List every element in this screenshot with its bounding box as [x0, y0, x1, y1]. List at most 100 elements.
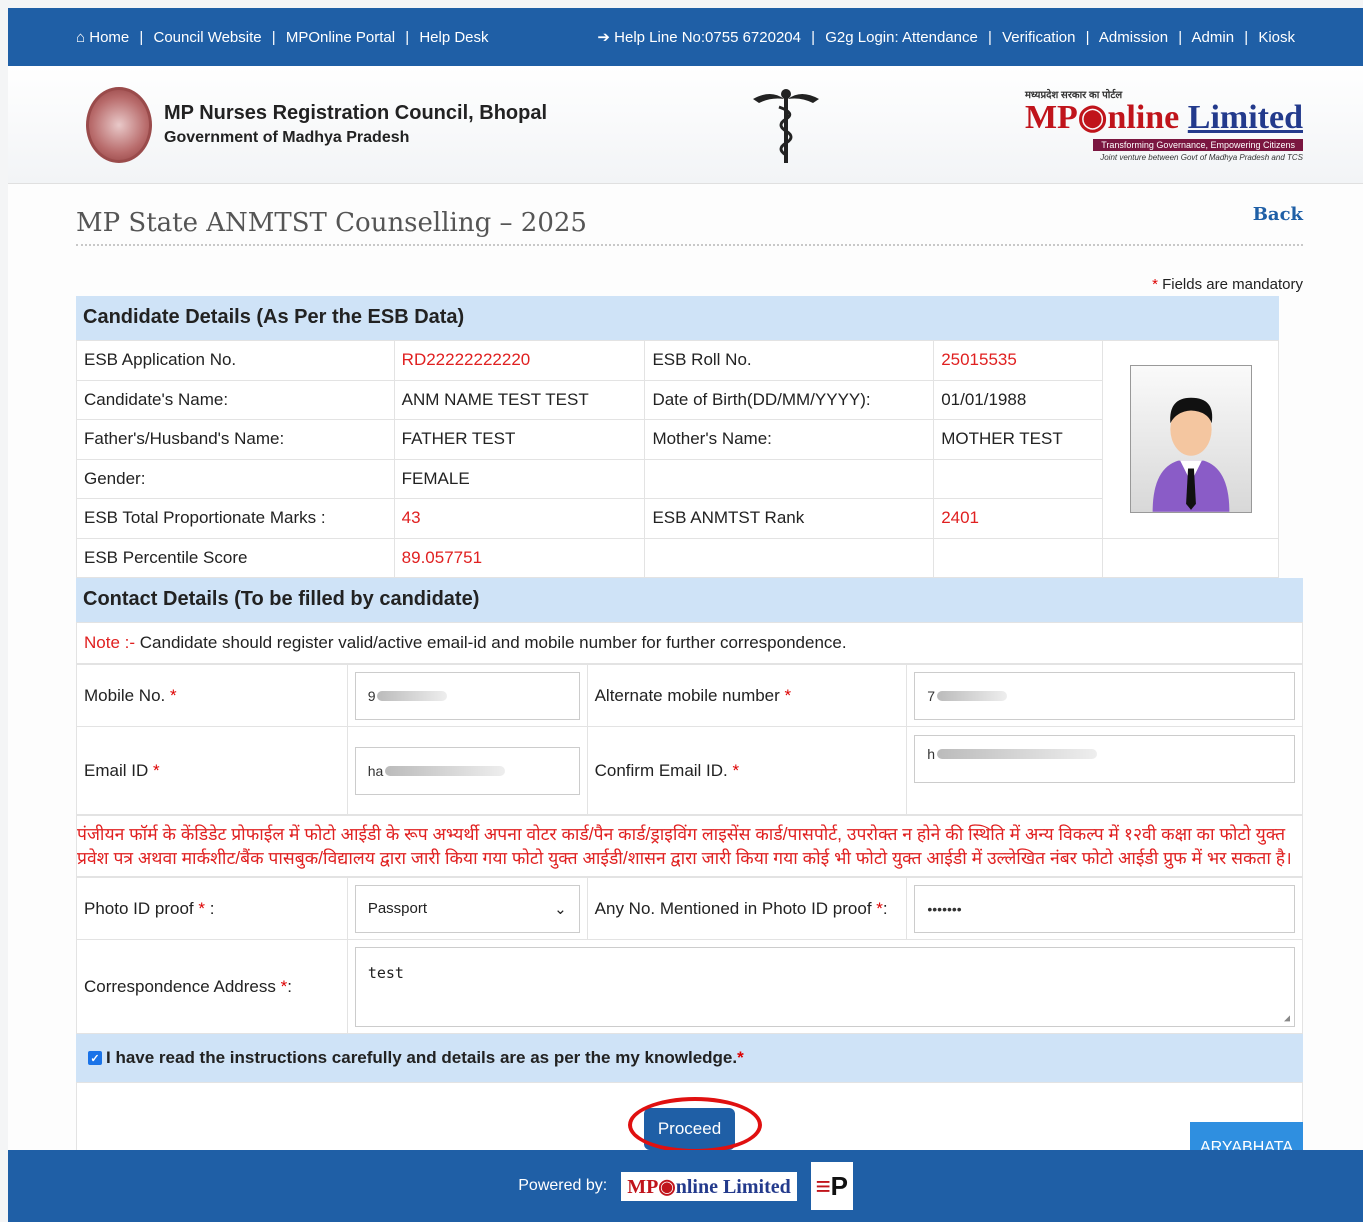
address-textarea-value: test — [367, 963, 404, 982]
avatar-icon — [1152, 397, 1229, 513]
blurred-text — [385, 765, 506, 776]
contact-note: Note :- Candidate should register valid/… — [76, 622, 1303, 664]
contact-section-title: Contact Details (To be filled by candida… — [76, 578, 1303, 622]
empty-cell — [644, 537, 935, 578]
login-icon: ➔ — [597, 29, 610, 46]
footer-mp: MP — [627, 1175, 659, 1198]
photo-id-number-input[interactable]: ••••••• — [914, 884, 1295, 933]
erp-logo: ≡ P — [810, 1162, 853, 1210]
alt-mobile-input[interactable]: 7 — [914, 671, 1295, 720]
mother-name-label: Mother's Name: — [644, 419, 935, 460]
separator: | — [271, 28, 276, 46]
top-left-links: ⌂ Home | Council Website | MPOnline Port… — [76, 29, 489, 46]
table-row: Photo ID proof * : Passport ⌄ Any No. Men… — [76, 877, 1303, 940]
declaration-checkbox[interactable]: ✓ — [88, 1051, 102, 1065]
empty-cell — [933, 537, 1104, 578]
admission-link[interactable]: Admission — [1099, 29, 1168, 46]
confirm-email-input[interactable]: h — [914, 735, 1295, 783]
chevron-down-icon: ⌄ — [554, 900, 567, 918]
roll-no-value: 25015535 — [933, 340, 1104, 381]
separator: | — [811, 29, 816, 46]
candidate-name-label: Candidate's Name: — [76, 379, 395, 420]
table-row: ESB Application No. RD22222222220 ESB Ro… — [76, 340, 1279, 539]
photo-id-label: Photo ID proof — [84, 898, 194, 918]
home-link[interactable]: Home — [89, 29, 129, 46]
mponline-mp: MP — [1024, 99, 1078, 136]
verification-link[interactable]: Verification — [1002, 29, 1075, 46]
mobile-label-cell: Mobile No. * — [76, 664, 348, 727]
email-input-value: ha — [367, 762, 384, 779]
mobile-input-value: 9 — [367, 687, 376, 704]
photo-id-selected-value: Passport — [367, 900, 428, 917]
email-input[interactable]: ha — [354, 746, 580, 795]
required-star: * — [152, 760, 160, 780]
blurred-text — [937, 749, 1098, 759]
back-link[interactable]: Back — [1253, 204, 1303, 225]
gender-value: FEMALE — [393, 458, 646, 499]
father-name-label: Father's/Husband's Name: — [76, 419, 395, 460]
required-star: * — [170, 685, 177, 705]
table-row: ESB Total Proportionate Marks : 43 ESB A… — [76, 498, 1279, 539]
mponline-tagline: Transforming Governance, Empowering Citi… — [1093, 139, 1303, 151]
address-textarea[interactable]: test ◢ — [354, 946, 1295, 1027]
photo-id-number-value: ••••••• — [927, 900, 962, 917]
alt-mobile-label-cell: Alternate mobile number * — [586, 664, 908, 727]
council-seal-logo — [86, 86, 152, 163]
required-star: * — [198, 898, 205, 918]
required-star: * — [784, 685, 792, 705]
contact-section: Contact Details (To be filled by candida… — [76, 578, 1304, 1176]
empty-cell — [644, 458, 935, 499]
photo-id-label-cell: Photo ID proof * : — [76, 877, 348, 940]
org-name: MP Nurses Registration Council, Bhopal — [164, 102, 548, 124]
photo-no-label-cell: Any No. Mentioned in Photo ID proof *: — [586, 877, 908, 940]
highlight-circle-annotation — [628, 1097, 762, 1153]
resize-handle-icon[interactable]: ◢ — [1284, 1013, 1290, 1024]
mobile-input[interactable]: 9 — [354, 671, 580, 720]
g2g-login-attendance-link[interactable]: G2g Login: Attendance — [825, 29, 978, 46]
note-prefix: Note :- — [84, 633, 136, 652]
contact-form-table: Mobile No. * 9 Alternate mobile number *… — [76, 664, 1303, 815]
mponline-limited: Limited — [1187, 99, 1303, 136]
photo-id-select[interactable]: Passport ⌄ — [354, 884, 580, 933]
gender-label: Gender: — [76, 458, 395, 499]
table-row: ESB Percentile Score 89.057751 — [76, 537, 1279, 578]
mponline-footer-logo: MP◉nline Limited — [621, 1171, 797, 1201]
photo-no-input-cell: ••••••• — [906, 877, 1303, 940]
mponline-nline: nline — [1107, 99, 1180, 136]
org-subtitle: Government of Madhya Pradesh — [164, 129, 410, 146]
rank-label: ESB ANMTST Rank — [644, 498, 935, 539]
photo-cell — [1102, 340, 1279, 539]
candidate-photo-avatar — [1129, 365, 1252, 514]
site-header: MP Nurses Registration Council, Bhopal G… — [8, 66, 1363, 184]
percentile-value: 89.057751 — [393, 537, 646, 578]
footer: Powered by: MP◉nline Limited ≡ P — [8, 1150, 1363, 1222]
table-row: Gender: FEMALE — [76, 458, 1279, 499]
caduceus-icon — [752, 88, 819, 163]
confirm-email-input-value: h — [927, 746, 936, 762]
percentile-label: ESB Percentile Score — [76, 537, 395, 578]
confirm-email-label-cell: Confirm Email ID. * — [586, 726, 908, 815]
required-star: * — [732, 760, 740, 780]
separator: | — [988, 29, 992, 46]
photo-no-label: Any No. Mentioned in Photo ID proof — [594, 898, 872, 918]
mandatory-text: Fields are mandatory — [1162, 276, 1303, 293]
alt-mobile-label: Alternate mobile number — [594, 685, 780, 705]
separator: | — [1244, 29, 1249, 46]
table-row: Correspondence Address *: test ◢ — [76, 939, 1304, 1034]
mponline-logo: मध्यप्रदेश सरकार का पोर्टल MP◉nline Limi… — [1025, 87, 1303, 162]
council-website-link[interactable]: Council Website — [154, 29, 262, 46]
admin-link[interactable]: Admin — [1192, 29, 1235, 46]
kiosk-link[interactable]: Kiosk — [1258, 29, 1295, 46]
app-no-label: ESB Application No. — [76, 340, 395, 381]
top-navigation-bar: ⌂ Home | Council Website | MPOnline Port… — [8, 8, 1363, 66]
declaration-text: I have read the instructions carefully a… — [106, 1048, 738, 1067]
mponline-portal-link[interactable]: MPOnline Portal — [286, 29, 395, 46]
address-label: Correspondence Address — [84, 976, 276, 996]
email-label-cell: Email ID * — [76, 726, 348, 815]
rank-value: 2401 — [933, 498, 1104, 539]
candidate-details-table: ESB Application No. RD22222222220 ESB Ro… — [76, 340, 1279, 578]
mother-name-value: MOTHER TEST — [933, 419, 1104, 460]
help-desk-link[interactable]: Help Desk — [419, 29, 488, 46]
separator: | — [1085, 29, 1090, 46]
separator: | — [139, 28, 144, 46]
